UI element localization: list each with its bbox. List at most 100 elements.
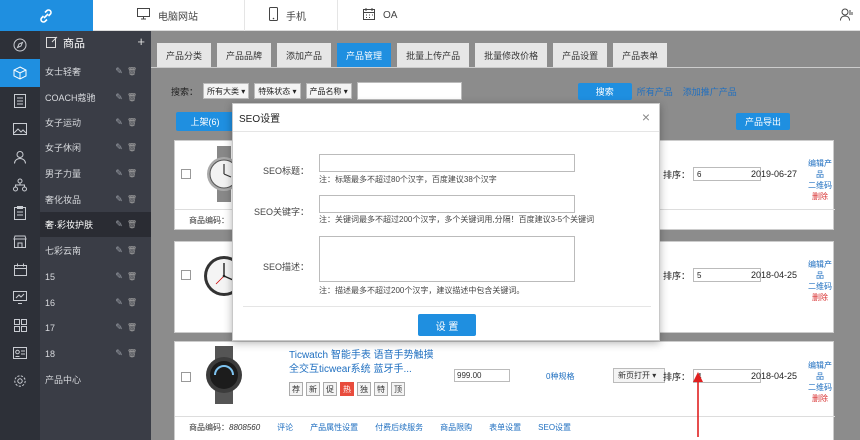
- product-tag[interactable]: 促: [323, 382, 337, 396]
- status-select[interactable]: 特殊状态 ▾: [254, 83, 301, 99]
- edit-pencil-icon[interactable]: ✎: [115, 245, 127, 255]
- edit-pencil-icon[interactable]: ✎: [115, 92, 127, 102]
- edit-product-link[interactable]: 编辑产品: [807, 259, 833, 281]
- footer-link[interactable]: 表单设置: [489, 422, 521, 433]
- rail-document-icon[interactable]: [0, 87, 40, 115]
- trash-icon[interactable]: 🗑: [127, 323, 141, 332]
- category-item[interactable]: COACH蔻驰 ✎🗑: [40, 85, 151, 110]
- rail-user-icon[interactable]: [0, 143, 40, 171]
- footer-link[interactable]: SEO设置: [538, 422, 571, 433]
- rail-id-card-icon[interactable]: [0, 339, 40, 367]
- tab-item[interactable]: 添加产品: [277, 43, 332, 67]
- qrcode-link[interactable]: 二维码: [807, 382, 833, 393]
- delete-link[interactable]: 删除: [807, 393, 833, 404]
- row-checkbox[interactable]: [181, 372, 191, 382]
- category-item[interactable]: 15 ✎🗑: [40, 264, 151, 289]
- trash-icon[interactable]: 🗑: [127, 67, 141, 76]
- edit-pencil-icon[interactable]: ✎: [115, 117, 127, 127]
- qrcode-link[interactable]: 二维码: [807, 180, 833, 191]
- edit-pencil-icon[interactable]: ✎: [115, 194, 127, 204]
- product-tag[interactable]: 热: [340, 382, 354, 396]
- spec-link[interactable]: 0种规格: [546, 371, 574, 382]
- product-tag[interactable]: 荐: [289, 382, 303, 396]
- rail-grid-icon[interactable]: [0, 311, 40, 339]
- qrcode-link[interactable]: 二维码: [807, 281, 833, 292]
- search-input[interactable]: [356, 82, 462, 100]
- category-item[interactable]: 女子休闲 ✎🗑: [40, 135, 151, 160]
- close-icon[interactable]: ×: [642, 109, 650, 125]
- seo-desc-textarea[interactable]: [319, 236, 575, 282]
- search-button[interactable]: 搜索: [577, 82, 632, 100]
- field-select[interactable]: 产品名称 ▾: [305, 83, 352, 99]
- trash-icon[interactable]: 🗑: [127, 143, 141, 152]
- rail-settings-icon[interactable]: [0, 367, 40, 395]
- nav-desktop-site[interactable]: 电脑网站: [137, 0, 198, 31]
- category-item[interactable]: 女士轻奢 ✎🗑: [40, 59, 151, 84]
- tab-item[interactable]: 批量上传产品: [397, 43, 470, 67]
- rail-monitor-chart-icon[interactable]: [0, 283, 40, 311]
- price-input[interactable]: 999.00: [454, 369, 510, 382]
- row-checkbox[interactable]: [181, 169, 191, 179]
- trash-icon[interactable]: 🗑: [127, 246, 141, 255]
- trash-icon[interactable]: 🗑: [127, 195, 141, 204]
- edit-pencil-icon[interactable]: ✎: [115, 271, 127, 281]
- rail-org-chart-icon[interactable]: [0, 171, 40, 199]
- edit-pencil-icon[interactable]: ✎: [115, 142, 127, 152]
- category-item[interactable]: 男子力量 ✎🗑: [40, 161, 151, 186]
- edit-pencil-icon[interactable]: ✎: [115, 322, 127, 332]
- product-tag[interactable]: 独: [357, 382, 371, 396]
- category-item[interactable]: 女子运动 ✎🗑: [40, 110, 151, 135]
- tab-item[interactable]: 产品品牌: [217, 43, 272, 67]
- on-shelf-button[interactable]: 上架(6): [176, 112, 234, 131]
- open-mode-select[interactable]: 新页打开 ▾: [613, 368, 665, 383]
- trash-icon[interactable]: 🗑: [127, 118, 141, 127]
- footer-link[interactable]: 付费后续服务: [375, 422, 423, 433]
- category-select[interactable]: 所有大类 ▾: [203, 83, 250, 99]
- category-item[interactable]: 奢·彩妆护肤 ✎🗑: [40, 212, 151, 237]
- seo-keywords-input[interactable]: [319, 195, 575, 213]
- trash-icon[interactable]: 🗑: [127, 93, 141, 102]
- trash-icon[interactable]: 🗑: [127, 220, 141, 229]
- tab-item[interactable]: 产品管理: [337, 43, 392, 67]
- category-item[interactable]: 16 ✎🗑: [40, 290, 151, 315]
- product-title-link[interactable]: Ticwatch 智能手表 语音手势触摸全交互ticwear系统 蓝牙手...: [289, 349, 439, 377]
- category-item[interactable]: 产品中心: [40, 367, 151, 392]
- set-button[interactable]: 设 置: [418, 314, 476, 336]
- tab-item[interactable]: 批量修改价格: [475, 43, 548, 67]
- nav-mobile[interactable]: 手机: [269, 0, 306, 31]
- category-item[interactable]: 18 ✎🗑: [40, 341, 151, 366]
- trash-icon[interactable]: 🗑: [127, 349, 141, 358]
- all-products-link[interactable]: 所有产品: [637, 85, 673, 98]
- trash-icon[interactable]: 🗑: [127, 272, 141, 281]
- edit-pencil-icon[interactable]: ✎: [115, 219, 127, 229]
- rail-clipboard-icon[interactable]: [0, 199, 40, 227]
- category-item[interactable]: 奢化妆品 ✎🗑: [40, 187, 151, 212]
- edit-pencil-icon[interactable]: ✎: [115, 168, 127, 178]
- product-tag[interactable]: 新: [306, 382, 320, 396]
- footer-link[interactable]: 产品属性设置: [310, 422, 358, 433]
- edit-product-link[interactable]: 编辑产品: [807, 360, 833, 382]
- edit-pencil-icon[interactable]: ✎: [115, 297, 127, 307]
- add-promo-link[interactable]: 添加推广产品: [683, 85, 737, 98]
- rail-compass-icon[interactable]: [0, 31, 40, 59]
- rail-image-icon[interactable]: [0, 115, 40, 143]
- tab-item[interactable]: 产品设置: [553, 43, 608, 67]
- row-checkbox[interactable]: [181, 270, 191, 280]
- footer-link[interactable]: 商品限购: [440, 422, 472, 433]
- seo-title-input[interactable]: [319, 154, 575, 172]
- rail-store-icon[interactable]: [0, 227, 40, 255]
- product-tag[interactable]: 顶: [391, 382, 405, 396]
- edit-pencil-icon[interactable]: ✎: [115, 348, 127, 358]
- delete-link[interactable]: 删除: [807, 191, 833, 202]
- rail-calendar-icon[interactable]: [0, 255, 40, 283]
- category-item[interactable]: 七彩云南 ✎🗑: [40, 238, 151, 263]
- rail-cube-icon[interactable]: [0, 59, 40, 87]
- logo[interactable]: [0, 0, 93, 31]
- trash-icon[interactable]: 🗑: [127, 298, 141, 307]
- footer-link[interactable]: 评论: [277, 422, 293, 433]
- tab-item[interactable]: 产品分类: [157, 43, 212, 67]
- category-item[interactable]: 17 ✎🗑: [40, 315, 151, 340]
- delete-link[interactable]: 删除: [807, 292, 833, 303]
- tab-item[interactable]: 产品表单: [613, 43, 668, 67]
- edit-pencil-icon[interactable]: ✎: [115, 66, 127, 76]
